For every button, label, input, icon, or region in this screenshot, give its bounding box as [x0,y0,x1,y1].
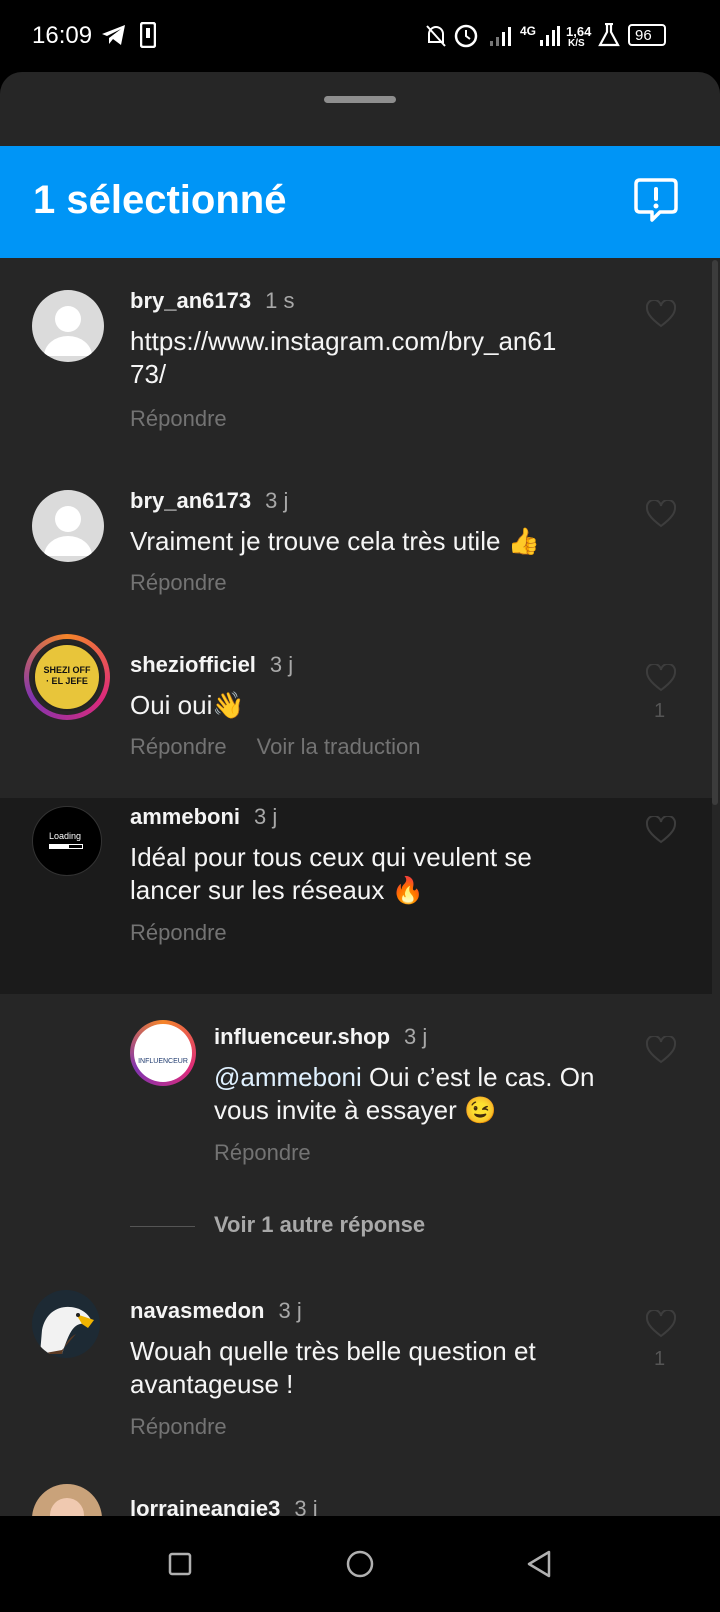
comment-header: navasmedon 3 j [130,1298,302,1324]
username[interactable]: ammeboni [130,804,240,829]
avatar[interactable]: Loading [32,806,102,876]
like-heart-icon[interactable] [646,1310,676,1338]
report-icon [634,178,678,222]
eagle-avatar-image [40,1306,94,1354]
phone-icon [140,22,156,48]
reply-button[interactable]: Répondre [130,920,227,946]
scrollbar[interactable] [712,260,718,805]
reply-button[interactable]: Répondre [130,734,227,759]
signal-icon [490,27,511,46]
status-bar: 16:09 4G 1,64 K/S 96 [0,0,720,72]
timestamp: 3 j [278,1298,302,1323]
recents-icon[interactable] [168,1552,192,1576]
timestamp: 3 j [269,652,294,677]
selection-title: 1 sélectionné [33,178,287,222]
view-more-replies-button[interactable]: Voir 1 autre réponse [214,1212,425,1238]
comment-text: @ammeboni Oui c’est le cas. On vous invi… [214,1061,634,1127]
avatar-logo: SHEZI OFF · EL JEFE [33,643,101,711]
username[interactable]: influenceur.shop [214,1024,390,1049]
back-icon[interactable] [526,1550,552,1578]
report-button[interactable] [632,176,680,224]
comment-text: https://www.instagram.com/bry_an6173/ [130,326,557,389]
flask-icon [598,23,620,47]
avatar-loading-bar [49,844,83,849]
avatar-loading-text: Loading [49,831,82,841]
avatar-logo-text: INFLUENCEUR [138,1058,188,1065]
avatar-logo-text: SHEZI OFF · EL JEFE [43,665,91,686]
avatar[interactable] [32,490,104,562]
translate-button[interactable]: Voir la traduction [257,734,421,759]
mention-link[interactable]: @ammeboni [214,1062,362,1092]
username[interactable]: sheziofficiel [130,652,256,677]
speed-unit: K/S [568,38,585,49]
view-more-divider [130,1226,195,1227]
comment-header: influenceur.shop 3 j [214,1024,427,1050]
speed-value: 1,64 [566,24,592,39]
comment-item[interactable]: bry_an6173 1 s https://www.instagram.com/… [0,258,712,458]
comment-header: bry_an6173 1 s [130,288,294,314]
like-heart-icon[interactable] [646,1036,676,1064]
timestamp: 3 j [294,1496,318,1516]
username[interactable]: lorraineangie3 [130,1496,280,1516]
comment-header: lorraineangie3 3 j [130,1496,318,1516]
like-count: 1 [654,700,666,722]
like-heart-icon[interactable] [646,500,676,528]
signal-icon-2 [540,26,560,46]
default-avatar-icon [44,306,92,356]
comments-sheet: 1 sélectionné bry_an6173 1 s https://www.… [0,72,720,1516]
comment-header: bry_an6173 3 j [130,488,288,514]
home-icon[interactable] [346,1550,374,1578]
mute-icon [426,25,446,47]
avatar-image [50,1498,84,1516]
avatar[interactable] [32,1290,100,1358]
avatar[interactable] [32,1484,102,1516]
telegram-icon [102,25,125,45]
network-label: 4G [520,24,537,38]
avatar[interactable]: INFLUENCEUR [130,1020,196,1086]
comment-item[interactable]: bry_an6173 3 j Vraiment je trouve cela tr… [0,458,712,622]
username[interactable]: bry_an6173 [130,288,251,313]
comment-item[interactable]: SHEZI OFF · EL JEFE sheziofficiel 3 j Oui… [0,622,712,784]
comment-text: Idéal pour tous ceux qui veulent se lanc… [130,842,532,905]
selection-bar: 1 sélectionné [0,146,720,258]
reply-button[interactable]: Répondre [130,570,227,596]
timestamp: 1 s [265,288,295,313]
username[interactable]: bry_an6173 [130,488,251,513]
like-heart-icon[interactable] [646,664,676,692]
reply-button[interactable]: Répondre [130,406,227,432]
alarm-icon [454,24,478,48]
avatar[interactable]: SHEZI OFF · EL JEFE [24,634,110,720]
like-count: 1 [654,1348,666,1370]
comment-text: Vraiment je trouve cela très utile 👍 [130,526,541,556]
default-avatar-icon [44,506,92,556]
reply-item[interactable]: INFLUENCEUR influenceur.shop 3 j @ammebon… [0,994,712,1174]
battery-level: 96 [635,27,652,44]
timestamp: 3 j [404,1024,428,1049]
like-heart-icon[interactable] [646,300,676,328]
status-time: 16:09 [32,22,93,49]
comment-header: sheziofficiel 3 j [130,652,293,678]
avatar-image: SHEZI OFF · EL JEFE [29,639,105,715]
reply-button[interactable]: Répondre [214,1140,311,1166]
avatar-image: INFLUENCEUR [134,1024,192,1082]
like-heart-icon[interactable] [646,816,676,844]
timestamp: 3 j [265,488,289,513]
comment-text: Oui oui👋 [130,690,245,720]
comment-text: Wouah quelle très belle question et avan… [130,1336,536,1399]
sheet-drag-handle[interactable] [324,96,396,103]
avatar[interactable] [32,290,104,362]
timestamp: 3 j [254,804,278,829]
comment-actions: Répondre Voir la traduction [130,734,421,760]
comment-item[interactable]: lorraineangie3 3 j [0,1466,712,1516]
system-nav-bar [0,1516,720,1612]
comment-item[interactable]: navasmedon 3 j Wouah quelle très belle qu… [0,1268,712,1466]
comment-header: ammeboni 3 j [130,804,277,830]
username[interactable]: navasmedon [130,1298,265,1323]
battery-icon: 96 [628,24,666,46]
reply-button[interactable]: Répondre [130,1414,227,1440]
comment-item-selected[interactable]: Loading ammeboni 3 j Idéal pour tous ceux… [0,798,712,994]
